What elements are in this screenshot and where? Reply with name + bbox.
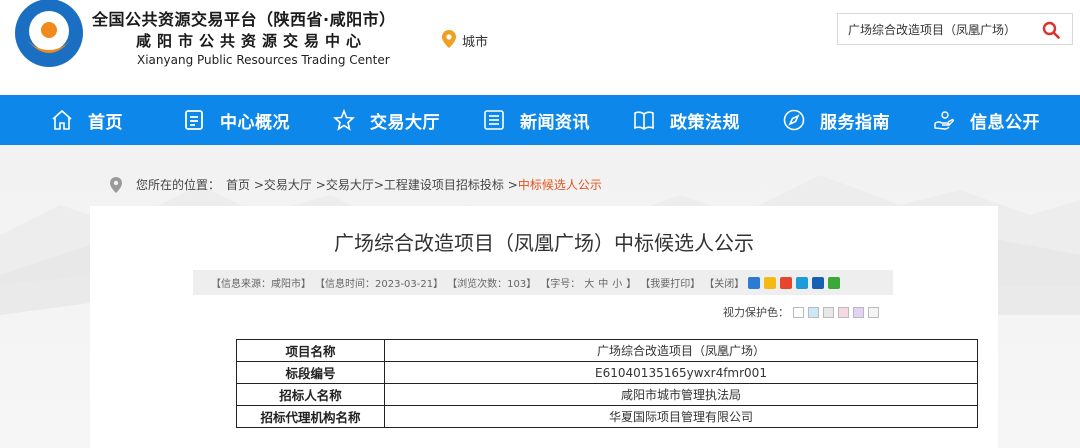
breadcrumb-trading-hall-2[interactable]: 交易大厅	[326, 176, 374, 193]
eye-color-white[interactable]	[793, 306, 804, 318]
eye-color-light[interactable]	[868, 306, 879, 318]
compass-icon	[783, 109, 805, 131]
nav-item-center-overview[interactable]: 中心概况	[182, 95, 290, 145]
renren-icon[interactable]	[812, 276, 825, 289]
home-icon	[52, 109, 72, 130]
article-panel: 广场综合改造项目（凤凰广场）中标候选人公示 【信息来源：咸阳市】 【信息时间：2…	[90, 206, 998, 448]
eye-color-blue[interactable]	[808, 306, 819, 318]
nav-item-policy[interactable]: 政策法规	[632, 95, 740, 145]
qzone-icon[interactable]	[764, 276, 777, 289]
meta-font-end: 】	[626, 279, 637, 290]
meta-font-label: 【字号：	[540, 279, 581, 290]
nav-item-trading-hall[interactable]: 交易大厅	[332, 95, 440, 145]
share-plus-icon[interactable]	[748, 276, 761, 289]
nav-item-home[interactable]: 首页	[50, 95, 123, 145]
weibo-icon[interactable]	[780, 276, 793, 289]
font-size-large[interactable]: 大	[584, 275, 594, 290]
hand-icon	[934, 111, 955, 130]
table-row: 项目名称 广场综合改造项目（凤凰广场）	[236, 339, 978, 362]
breadcrumb-separator: >	[253, 177, 264, 192]
main-nav: 首页 中心概况 交易大厅 新闻资讯 政策法规 服务指南 信息公开	[0, 95, 1080, 145]
site-title-english: Xianyang Public Resources Trading Center	[137, 53, 390, 67]
site-subtitle: 咸阳市公共资源交易中心	[136, 32, 368, 50]
eye-protect-label: 视力保护色：	[723, 306, 789, 319]
nav-label: 首页	[88, 112, 123, 133]
breadcrumb-home[interactable]: 首页	[226, 176, 250, 193]
eye-color-purple[interactable]	[853, 306, 864, 318]
nav-item-service-guide[interactable]: 服务指南	[782, 95, 890, 145]
print-link[interactable]: 【我要打印】	[640, 275, 700, 290]
table-key: 项目名称	[236, 339, 385, 362]
breadcrumb-separator: >	[373, 177, 384, 192]
close-link[interactable]: 【关闭】	[704, 275, 744, 290]
breadcrumb: 您所在的位置： 首页 > 交易大厅 > 交易大厅 > 工程建设项目招标投标 > …	[110, 176, 602, 193]
table-row: 标段编号 E61040135165ywxr4fmr001	[236, 361, 978, 384]
nav-label: 新闻资讯	[520, 112, 590, 133]
meta-views: 【浏览次数：103】	[447, 279, 537, 290]
nav-label: 信息公开	[970, 112, 1040, 133]
eye-protect-row: 视力保护色：	[723, 304, 879, 320]
site-header: 全国公共资源交易平台（陕西省·咸阳市） 咸阳市公共资源交易中心 Xianyang…	[0, 0, 1080, 95]
breadcrumb-separator: >	[315, 177, 326, 192]
star-icon	[333, 108, 355, 131]
table-key: 招标人名称	[236, 383, 385, 406]
eye-color-pink[interactable]	[838, 306, 849, 318]
table-key: 招标代理机构名称	[236, 405, 385, 428]
table-value: 广场综合改造项目（凤凰广场）	[384, 339, 978, 362]
tencent-weibo-icon[interactable]	[796, 276, 809, 289]
nav-item-info-disclosure[interactable]: 信息公开	[932, 95, 1040, 145]
search-input[interactable]	[838, 14, 1046, 44]
table-value: E61040135165ywxr4fmr001	[384, 361, 978, 384]
site-title: 全国公共资源交易平台（陕西省·咸阳市）	[92, 10, 396, 29]
nav-label: 政策法规	[670, 112, 740, 133]
font-size-small[interactable]: 小	[612, 275, 622, 290]
breadcrumb-separator: >	[507, 177, 518, 192]
city-selector[interactable]: 城市	[462, 31, 488, 50]
article-title: 广场综合改造项目（凤凰广场）中标候选人公示	[334, 231, 754, 255]
list-icon	[484, 110, 504, 130]
wechat-icon[interactable]	[828, 276, 841, 289]
location-pin-icon	[110, 176, 122, 193]
nav-label: 交易大厅	[370, 112, 440, 133]
search-box	[837, 13, 1073, 45]
meta-time: 【信息时间：2023-03-21】	[315, 279, 444, 290]
breadcrumb-engineering-bidding[interactable]: 工程建设项目招标投标	[384, 176, 504, 193]
table-value: 咸阳市城市管理执法局	[384, 383, 978, 406]
nav-item-news[interactable]: 新闻资讯	[482, 95, 590, 145]
candidate-info-table: 项目名称 广场综合改造项目（凤凰广场） 标段编号 E61040135165ywx…	[236, 339, 978, 428]
font-size-medium[interactable]: 中	[598, 275, 608, 290]
site-logo[interactable]	[12, 0, 86, 74]
eye-color-gray[interactable]	[823, 306, 834, 318]
breadcrumb-current[interactable]: 中标候选人公示	[518, 176, 602, 193]
article-meta-bar: 【信息来源：咸阳市】 【信息时间：2023-03-21】 【浏览次数：103】 …	[193, 270, 893, 295]
table-row: 招标代理机构名称 华夏国际项目管理有限公司	[236, 405, 978, 428]
search-icon[interactable]	[1042, 21, 1060, 39]
breadcrumb-prefix: 您所在的位置：	[136, 178, 221, 192]
table-row: 招标人名称 咸阳市城市管理执法局	[236, 383, 978, 406]
nav-label: 服务指南	[820, 112, 890, 133]
table-key: 标段编号	[236, 361, 385, 384]
meta-source: 【信息来源：咸阳市】	[211, 279, 311, 290]
location-pin-icon	[442, 30, 456, 48]
breadcrumb-trading-hall[interactable]: 交易大厅	[264, 176, 312, 193]
book-icon	[634, 111, 654, 130]
document-icon	[185, 110, 203, 130]
nav-label: 中心概况	[220, 112, 290, 133]
table-value: 华夏国际项目管理有限公司	[384, 405, 978, 428]
